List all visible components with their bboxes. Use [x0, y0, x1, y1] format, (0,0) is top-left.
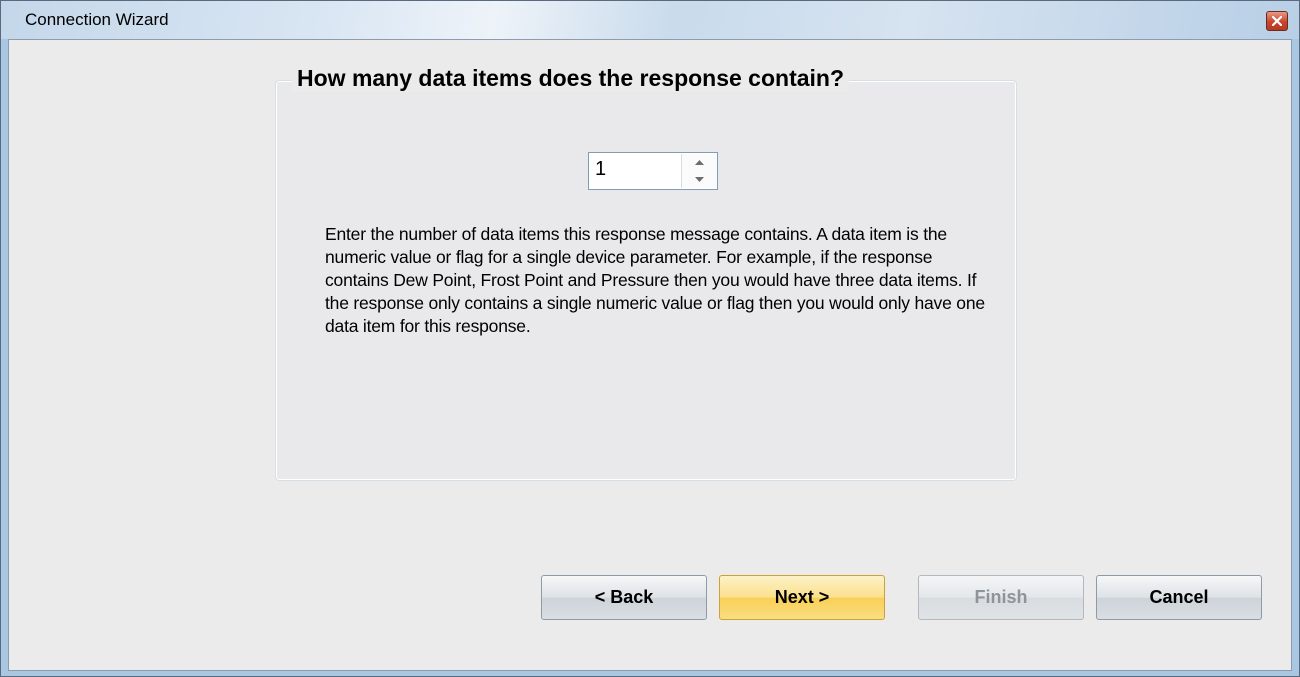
title-bar[interactable]: Connection Wizard	[1, 1, 1299, 39]
cancel-button[interactable]: Cancel	[1096, 575, 1262, 620]
close-icon	[1272, 16, 1282, 26]
window-title: Connection Wizard	[25, 10, 169, 29]
back-button[interactable]: < Back	[541, 575, 707, 620]
finish-button[interactable]: Finish	[918, 575, 1084, 620]
question-heading: How many data items does the response co…	[292, 65, 850, 92]
spin-down-arrow-icon	[695, 177, 704, 182]
spin-up-arrow-icon	[695, 160, 704, 165]
spin-buttons	[681, 154, 717, 188]
next-button[interactable]: Next >	[719, 575, 885, 620]
data-items-count-stepper[interactable]: 1	[588, 152, 718, 190]
close-button[interactable]	[1266, 11, 1288, 31]
help-description: Enter the number of data items this resp…	[325, 224, 985, 336]
data-items-count-value[interactable]: 1	[595, 158, 606, 181]
spin-down-button[interactable]	[682, 171, 717, 188]
spin-up-button[interactable]	[682, 154, 717, 171]
